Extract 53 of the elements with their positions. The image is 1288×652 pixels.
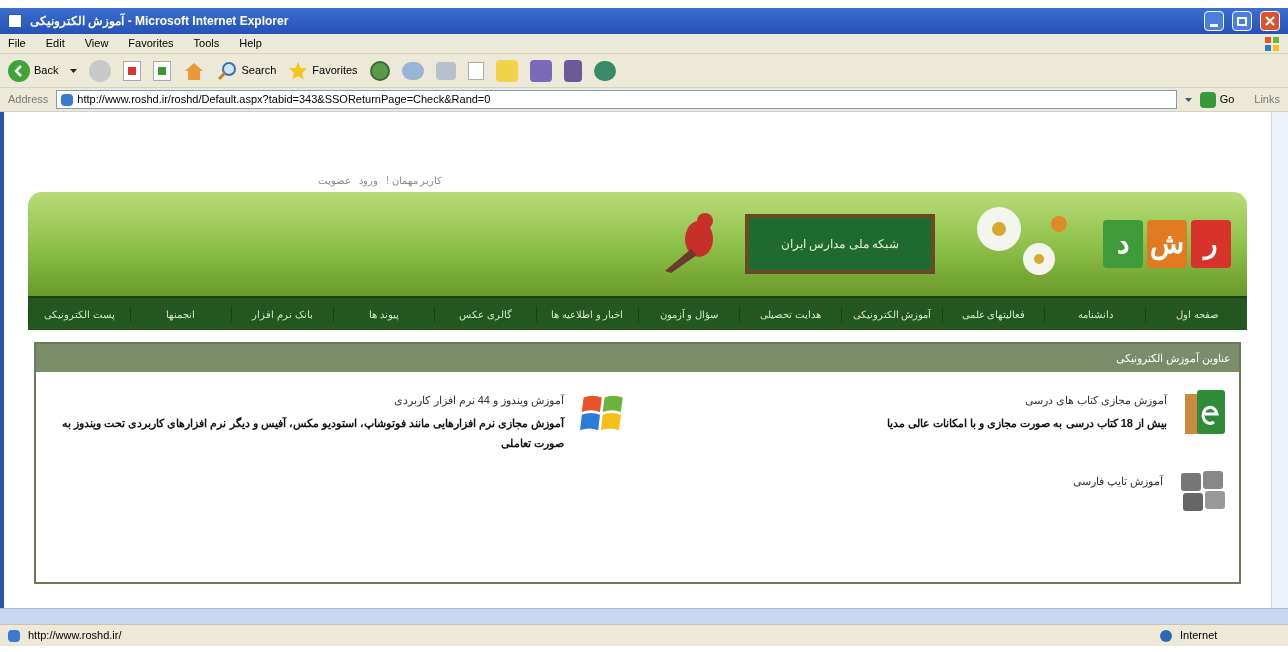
menu-item[interactable]: Edit bbox=[45, 35, 65, 52]
nav-link[interactable]: آموزش الکترونیکی bbox=[840, 306, 943, 322]
links-label[interactable]: Links bbox=[1254, 91, 1280, 108]
nav-link[interactable]: سؤال و آزمون bbox=[637, 306, 740, 322]
minimize-button[interactable] bbox=[1204, 11, 1224, 31]
favorites-button[interactable]: Favorites bbox=[288, 60, 358, 81]
window-title: آموزش الکترونیکی - Microsoft Internet Explorer bbox=[30, 12, 289, 30]
nav-link[interactable]: پست الکترونیکی bbox=[28, 306, 130, 322]
address-field[interactable]: http://www.roshd.ir/roshd/Default.aspx?tabid=343&SSOReturnPage=Check&Rand=0 bbox=[56, 90, 1177, 109]
status-url: http://www.roshd.ir/ bbox=[28, 628, 122, 644]
course-link[interactable]: آموزش مجازی کتاب های درسی bbox=[887, 392, 1167, 409]
nav-link[interactable]: بانک نرم افزار bbox=[231, 306, 333, 322]
board-text: شبکه ملی مدارس ایران bbox=[781, 236, 899, 253]
menu-item[interactable]: View bbox=[84, 35, 109, 52]
horizontal-scrollbar[interactable] bbox=[0, 608, 1288, 624]
nav-link[interactable]: فعالیتهای علمی bbox=[942, 306, 1044, 322]
windows-logo-icon bbox=[1264, 35, 1280, 52]
nav-link[interactable]: انجمنها bbox=[129, 306, 232, 322]
menu-item[interactable]: Favorites bbox=[128, 35, 174, 52]
course-description: آموزش مجازی نرم افزارهایی مانند فوتوشاپ، استودیو مکس، آفیس و دیگر نرم افزارهای کاربردی تحت ویندوز به صورت تعاملی bbox=[61, 415, 565, 452]
user-link[interactable]: کاربر مهمان ! bbox=[386, 172, 443, 188]
maximize-button[interactable] bbox=[1232, 11, 1252, 31]
menu-item[interactable]: Tools bbox=[193, 35, 220, 52]
course-link[interactable]: آموزش تایپ فارسی bbox=[1072, 472, 1163, 489]
nav-link[interactable]: دانشنامه bbox=[1043, 306, 1146, 322]
nav-link[interactable]: صفحه اول bbox=[1145, 306, 1247, 322]
vertical-scrollbar[interactable] bbox=[1271, 112, 1288, 608]
back-button[interactable]: Back bbox=[8, 59, 59, 82]
panel-title: عناوین آموزش الکترونیکی bbox=[1115, 350, 1231, 367]
go-button[interactable]: Go bbox=[1199, 91, 1235, 108]
search-button[interactable]: Search bbox=[217, 60, 277, 81]
close-button[interactable] bbox=[1260, 11, 1280, 31]
nav-link[interactable]: گالری عکس bbox=[434, 306, 536, 322]
user-link[interactable]: عضویت bbox=[318, 172, 351, 188]
course-description: بیش از 18 کتاب درسی به صورت مجازی و با امکانات عالی مدیا bbox=[887, 415, 1167, 432]
menu-item[interactable]: File bbox=[8, 35, 26, 52]
dropdown-arrow-icon[interactable] bbox=[70, 68, 78, 73]
address-label: Address bbox=[8, 92, 49, 108]
security-zone: Internet bbox=[1180, 628, 1219, 644]
dropdown-arrow-icon[interactable] bbox=[1184, 97, 1192, 102]
close-icon bbox=[1265, 16, 1275, 26]
menu-item[interactable]: Help bbox=[239, 35, 262, 52]
user-link[interactable]: ورود bbox=[359, 172, 378, 188]
logo-letter: د bbox=[1103, 220, 1143, 268]
nav-link[interactable]: اخبار و اطلاعیه ها bbox=[535, 306, 638, 322]
nav-link[interactable]: هدایت تحصیلی bbox=[739, 306, 841, 322]
logo-letter: ش bbox=[1147, 220, 1187, 268]
course-link[interactable]: آموزش ویندوز و 44 نرم افزار کاربردی bbox=[48, 392, 565, 409]
star-icon bbox=[288, 60, 309, 81]
logo-letter: ر bbox=[1191, 220, 1231, 268]
nav-link[interactable]: پیوند ها bbox=[332, 306, 435, 322]
keyboard-keys-icon bbox=[1179, 468, 1227, 513]
search-icon bbox=[217, 60, 238, 81]
